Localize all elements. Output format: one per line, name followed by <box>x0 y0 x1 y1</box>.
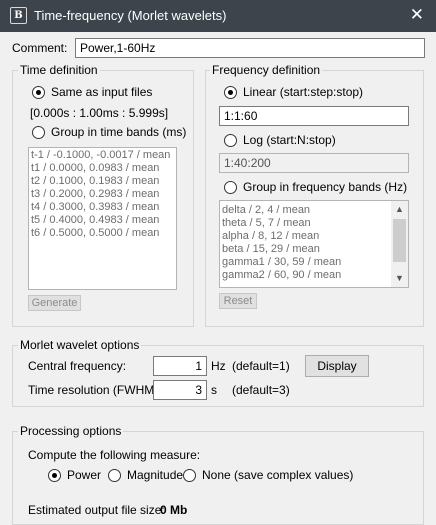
time-resolution-input[interactable] <box>153 380 207 400</box>
magnitude-radio-dot <box>108 468 121 482</box>
measure-power-radio[interactable]: Power <box>48 468 101 482</box>
linear-radio[interactable]: Linear (start:step:stop) <box>224 85 363 99</box>
frequency-band-item[interactable]: gamma1 / 30, 59 / mean <box>220 256 408 269</box>
frequency-band-item[interactable]: gamma2 / 60, 90 / mean <box>220 269 408 282</box>
output-size-value: 0 Mb <box>160 503 188 517</box>
output-size-label: Estimated output file size: <box>28 503 165 517</box>
comment-label: Comment: <box>12 41 68 55</box>
central-frequency-input[interactable] <box>153 356 207 376</box>
time-band-item[interactable]: t2 / 0.1000, 0.1983 / mean <box>29 175 176 188</box>
central-frequency-default: (default=1) <box>232 359 290 373</box>
time-band-item[interactable]: t3 / 0.2000, 0.2983 / mean <box>29 188 176 201</box>
frequency-definition-title: Frequency definition <box>210 63 323 77</box>
power-radio-dot <box>48 468 61 482</box>
none-radio-dot <box>183 468 196 482</box>
log-label: Log (start:N:stop) <box>243 133 336 147</box>
scroll-up-icon[interactable]: ▲ <box>391 201 408 218</box>
central-frequency-label: Central frequency: <box>28 359 127 373</box>
same-as-input-radio-dot <box>32 85 45 99</box>
linear-radio-dot <box>224 85 237 99</box>
processing-options-title: Processing options <box>18 424 124 438</box>
time-resolution-label: Time resolution (FWHM): <box>28 383 162 397</box>
power-label: Power <box>67 468 102 482</box>
same-as-input-radio[interactable]: Same as input files <box>32 85 152 99</box>
time-definition-title: Time definition <box>18 63 100 77</box>
time-band-item[interactable]: t4 / 0.3000, 0.3983 / mean <box>29 201 176 214</box>
time-band-item[interactable]: t1 / 0.0000, 0.0983 / mean <box>29 162 176 175</box>
group-frequency-bands-radio-dot <box>224 180 237 194</box>
time-band-item[interactable]: t-1 / -0.1000, -0.0017 / mean <box>29 149 176 162</box>
app-icon: B <box>10 7 27 24</box>
group-time-bands-radio[interactable]: Group in time bands (ms) <box>32 125 186 139</box>
log-radio[interactable]: Log (start:N:stop) <box>224 133 336 147</box>
group-time-bands-label: Group in time bands (ms) <box>51 125 187 139</box>
frequency-bands-list[interactable]: delta / 2, 4 / mean theta / 5, 7 / mean al… <box>219 200 409 288</box>
measure-none-radio[interactable]: None (save complex values) <box>183 468 353 482</box>
log-frequency-input[interactable] <box>219 153 409 173</box>
display-button[interactable]: Display <box>305 355 369 377</box>
measure-prompt: Compute the following measure: <box>28 448 201 462</box>
frequency-bands-scrollbar[interactable]: ▲ ▼ <box>391 201 408 287</box>
linear-frequency-input[interactable] <box>219 106 409 126</box>
window-title: Time-frequency (Morlet wavelets) <box>34 8 227 23</box>
time-bands-list[interactable]: t-1 / -0.1000, -0.0017 / mean t1 / 0.0000… <box>28 147 177 290</box>
comment-input[interactable] <box>75 38 425 58</box>
time-frequency-dialog: B Time-frequency (Morlet wavelets) ✕ Com… <box>0 0 436 525</box>
frequency-band-item[interactable]: delta / 2, 4 / mean <box>220 204 408 217</box>
generate-button[interactable]: Generate <box>28 295 81 311</box>
measure-magnitude-radio[interactable]: Magnitude <box>108 468 183 482</box>
time-band-item[interactable]: t6 / 0.5000, 0.5000 / mean <box>29 227 176 240</box>
scroll-down-icon[interactable]: ▼ <box>391 270 408 287</box>
group-frequency-bands-label: Group in frequency bands (Hz) <box>243 180 408 194</box>
magnitude-label: Magnitude <box>127 468 184 482</box>
log-radio-dot <box>224 133 237 147</box>
frequency-band-item[interactable]: alpha / 8, 12 / mean <box>220 230 408 243</box>
time-band-item[interactable]: t5 / 0.4000, 0.4983 / mean <box>29 214 176 227</box>
frequency-band-item[interactable]: theta / 5, 7 / mean <box>220 217 408 230</box>
reset-button[interactable]: Reset <box>219 293 257 309</box>
morlet-options-title: Morlet wavelet options <box>18 338 142 352</box>
linear-label: Linear (start:step:stop) <box>243 85 364 99</box>
time-range-text: [0.000s : 1.00ms : 5.999s] <box>30 106 169 120</box>
time-resolution-unit: s <box>211 383 217 397</box>
frequency-band-item[interactable]: beta / 15, 29 / mean <box>220 243 408 256</box>
close-icon[interactable]: ✕ <box>410 5 424 25</box>
central-frequency-unit: Hz <box>211 359 226 373</box>
same-as-input-label: Same as input files <box>51 85 153 99</box>
scrollbar-thumb[interactable] <box>393 219 406 262</box>
none-label: None (save complex values) <box>202 468 354 482</box>
time-resolution-default: (default=3) <box>232 383 290 397</box>
group-frequency-bands-radio[interactable]: Group in frequency bands (Hz) <box>224 180 407 194</box>
group-time-bands-radio-dot <box>32 125 45 139</box>
title-bar: B Time-frequency (Morlet wavelets) ✕ <box>0 0 436 32</box>
